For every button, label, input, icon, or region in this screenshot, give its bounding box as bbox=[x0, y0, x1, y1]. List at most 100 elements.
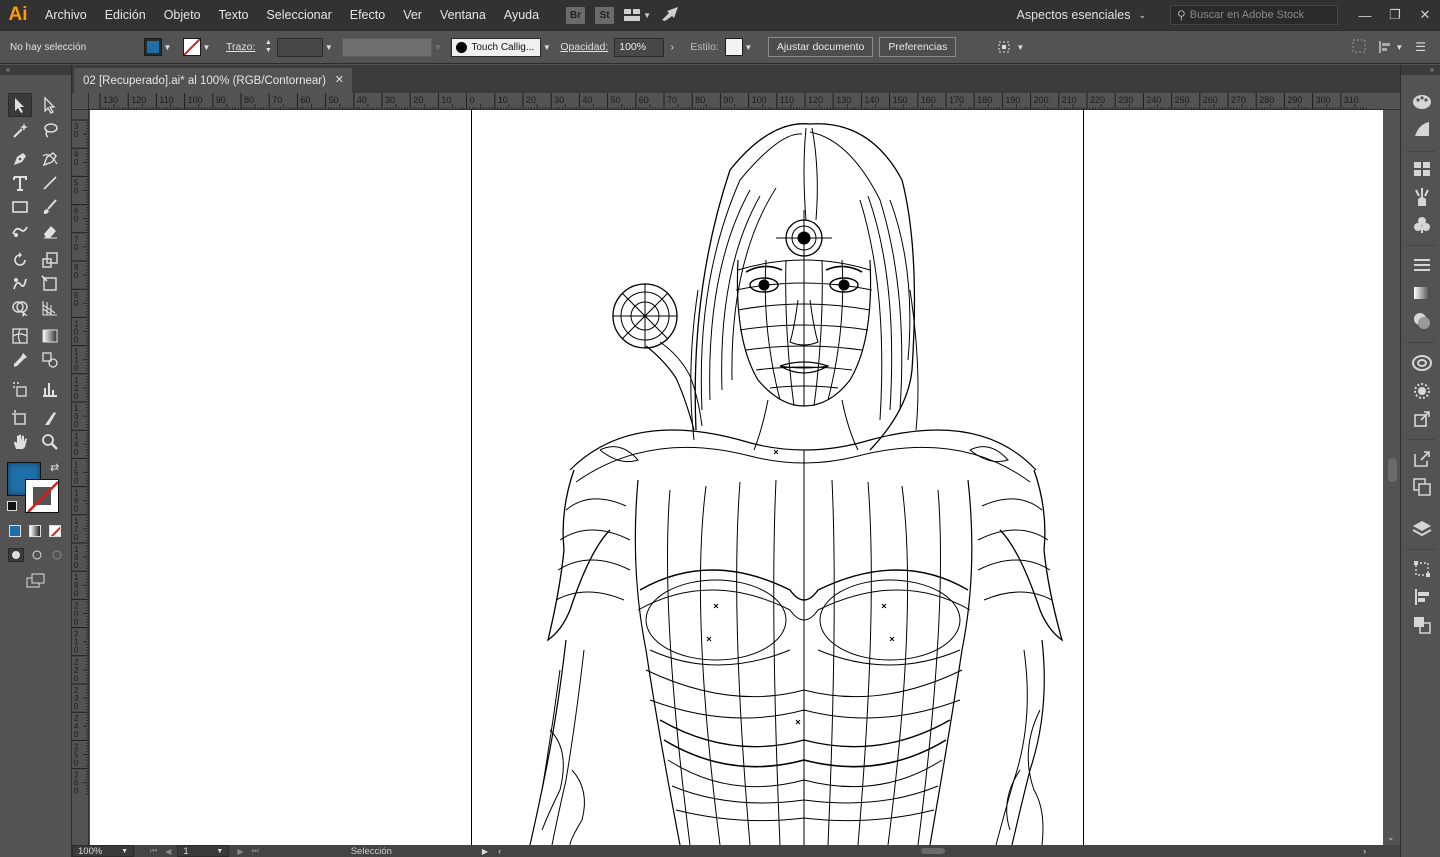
style-dropdown[interactable]: ▼ bbox=[743, 38, 754, 56]
menu-seleccionar[interactable]: Seleccionar bbox=[257, 0, 340, 30]
asset-export-icon[interactable] bbox=[1411, 408, 1433, 430]
gradient-tool[interactable] bbox=[38, 324, 62, 348]
slice-tool[interactable] bbox=[38, 406, 62, 430]
eyedropper-tool[interactable] bbox=[8, 348, 32, 372]
canvas[interactable] bbox=[90, 110, 1383, 845]
profile-dropdown[interactable]: ▼ bbox=[432, 38, 443, 56]
brush-definition[interactable]: Touch Callig... bbox=[451, 37, 542, 57]
next-artboard-icon[interactable]: ▶ bbox=[237, 847, 243, 856]
draw-inside-button[interactable] bbox=[49, 548, 65, 562]
align-icon[interactable] bbox=[1411, 586, 1433, 608]
artboards-icon[interactable] bbox=[1411, 476, 1433, 498]
stroke-weight-dropdown[interactable]: ▼ bbox=[323, 38, 334, 56]
scroll-right-icon[interactable]: › bbox=[1363, 846, 1366, 856]
panel-menu-icon[interactable]: ☰ bbox=[1415, 40, 1426, 54]
stroke-icon[interactable] bbox=[1411, 254, 1433, 276]
draw-normal-button[interactable] bbox=[8, 548, 24, 562]
close-window-button[interactable]: ✕ bbox=[1410, 0, 1440, 30]
rotate-tool[interactable] bbox=[8, 248, 32, 272]
color-icon[interactable] bbox=[1411, 91, 1433, 113]
gpu-performance-icon[interactable] bbox=[661, 6, 679, 25]
magic-wand-tool[interactable] bbox=[8, 118, 32, 142]
dock-collapse[interactable]: » bbox=[1401, 65, 1440, 75]
menu-objeto[interactable]: Objeto bbox=[155, 0, 210, 30]
lasso-tool[interactable] bbox=[38, 118, 62, 142]
artboard-dropdown-icon[interactable]: ▼ bbox=[216, 848, 223, 855]
fit-document-button[interactable]: Ajustar documento bbox=[767, 37, 874, 57]
menu-ventana[interactable]: Ventana bbox=[431, 0, 495, 30]
fill-dropdown[interactable]: ▼ bbox=[162, 38, 173, 56]
stroke-swatch[interactable] bbox=[183, 38, 201, 56]
arrange-documents-icon[interactable]: ▼ bbox=[624, 9, 651, 21]
gradient-mode-button[interactable] bbox=[29, 525, 41, 537]
menu-edicion[interactable]: Edición bbox=[96, 0, 155, 30]
menu-texto[interactable]: Texto bbox=[210, 0, 258, 30]
vertical-scrollbar[interactable]: ⌄ bbox=[1384, 110, 1400, 845]
bridge-button[interactable]: Br bbox=[566, 6, 586, 24]
stroke-color-box[interactable] bbox=[25, 479, 59, 513]
vertical-ruler[interactable]: 3040506070809010011012013014015016017018… bbox=[72, 110, 89, 845]
brush-dropdown[interactable]: ▼ bbox=[541, 38, 552, 56]
variable-width-profile[interactable] bbox=[342, 37, 433, 57]
gradient-panel-icon[interactable] bbox=[1411, 282, 1433, 304]
align-options-icon[interactable]: ▼ bbox=[1378, 40, 1403, 54]
minimize-button[interactable]: — bbox=[1350, 0, 1380, 30]
transform-icon[interactable] bbox=[1352, 39, 1366, 56]
fill-swatch[interactable] bbox=[144, 38, 162, 56]
symbol-sprayer-tool[interactable] bbox=[8, 377, 32, 401]
scroll-down-icon[interactable]: ⌄ bbox=[1387, 832, 1395, 843]
cc-libraries-icon[interactable] bbox=[1411, 352, 1433, 374]
workspace-switcher[interactable]: Aspectos esenciales ⌄ bbox=[1009, 8, 1155, 22]
menu-ver[interactable]: Ver bbox=[394, 0, 431, 30]
line-tool[interactable] bbox=[38, 171, 62, 195]
artboard-number-field[interactable]: 1 ▼ bbox=[177, 845, 230, 857]
rectangle-tool[interactable] bbox=[8, 195, 32, 219]
menu-ayuda[interactable]: Ayuda bbox=[495, 0, 548, 30]
pathfinder-icon[interactable] bbox=[1411, 614, 1433, 636]
pen-tool[interactable] bbox=[8, 147, 32, 171]
opacity-arrow[interactable]: › bbox=[664, 38, 680, 57]
stroke-label[interactable]: Trazo: bbox=[226, 41, 255, 53]
horizontal-ruler[interactable]: 130 120 110 100 90 80 70 60 50 40 30 20 10 0 10 20 30 40 5… bbox=[72, 93, 1400, 110]
horizontal-scroll-thumb[interactable] bbox=[921, 848, 946, 854]
swatches-icon[interactable] bbox=[1411, 158, 1433, 180]
symbols-icon[interactable] bbox=[1411, 214, 1433, 236]
stock-search-input[interactable]: ⚲ Buscar en Adobe Stock bbox=[1170, 5, 1338, 25]
shaper-tool[interactable] bbox=[8, 219, 32, 243]
tools-panel-collapse[interactable]: « bbox=[0, 65, 71, 75]
export-icon[interactable] bbox=[1411, 448, 1433, 470]
shape-builder-tool[interactable] bbox=[8, 296, 32, 320]
swap-fill-stroke-icon[interactable]: ⇄ bbox=[50, 461, 59, 474]
zoom-dropdown-icon[interactable]: ▼ bbox=[121, 848, 128, 855]
graphic-style-swatch[interactable] bbox=[724, 38, 743, 56]
none-mode-button[interactable] bbox=[49, 525, 61, 537]
default-fill-stroke-icon[interactable] bbox=[7, 501, 17, 511]
transform-panel-icon[interactable] bbox=[1411, 558, 1433, 580]
direct-selection-tool[interactable] bbox=[38, 93, 62, 117]
screen-mode-button[interactable] bbox=[26, 573, 46, 592]
preferences-button[interactable]: Preferencias bbox=[879, 37, 957, 57]
stroke-weight-stepper[interactable]: ▲ ▼ bbox=[261, 38, 275, 57]
stock-button[interactable]: St bbox=[595, 6, 615, 24]
opacity-input[interactable]: 100% bbox=[614, 37, 665, 57]
align-to-icon[interactable]: ▼ bbox=[996, 39, 1024, 55]
paintbrush-tool[interactable] bbox=[38, 195, 62, 219]
artboard-tool[interactable] bbox=[8, 406, 32, 430]
mesh-tool[interactable] bbox=[8, 324, 32, 348]
warp-tool[interactable] bbox=[8, 272, 32, 296]
appearance-icon[interactable] bbox=[1411, 380, 1433, 402]
current-tool-name[interactable]: Selección bbox=[351, 846, 392, 857]
column-graph-tool[interactable] bbox=[38, 377, 62, 401]
brushes-icon[interactable] bbox=[1411, 186, 1433, 208]
close-tab-icon[interactable]: ✕ bbox=[335, 73, 344, 86]
draw-behind-button[interactable] bbox=[29, 548, 45, 562]
scale-tool[interactable] bbox=[38, 248, 62, 272]
last-artboard-icon[interactable]: ⏭ bbox=[252, 846, 259, 856]
opacity-label[interactable]: Opacidad: bbox=[560, 41, 608, 53]
eraser-tool[interactable] bbox=[38, 219, 62, 243]
status-menu-icon[interactable]: ▶ bbox=[482, 847, 488, 856]
ruler-origin[interactable] bbox=[72, 93, 89, 110]
color-guide-icon[interactable] bbox=[1411, 118, 1433, 140]
stroke-weight-input[interactable] bbox=[277, 37, 324, 57]
hand-tool[interactable] bbox=[8, 430, 32, 454]
